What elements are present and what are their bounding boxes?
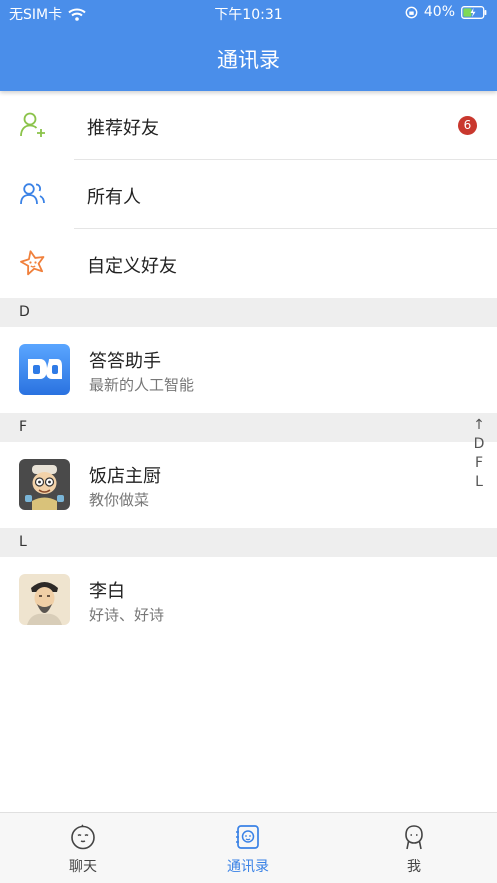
dada-logo-avatar xyxy=(19,344,70,395)
section-header-l: L xyxy=(0,528,497,557)
notification-badge: 6 xyxy=(458,116,477,135)
nav-item-label: 所有人 xyxy=(87,187,141,208)
contact-description: 教你做菜 xyxy=(89,491,150,509)
nav-item-label: 推荐好友 xyxy=(87,118,159,139)
tab-label: 我 xyxy=(407,859,421,875)
section-header-d: D xyxy=(0,298,497,327)
tab-bar: 聊天 通讯录 我 xyxy=(0,812,497,883)
contact-item[interactable]: 李白 好诗、好诗 xyxy=(0,557,497,643)
index-letter-d[interactable]: D xyxy=(472,435,486,454)
tab-label: 通讯录 xyxy=(227,859,269,875)
contact-description: 最新的人工智能 xyxy=(89,376,195,394)
star-icon xyxy=(20,250,45,276)
contact-name: 李白 xyxy=(89,581,125,602)
status-bar: 无SIM卡 下午10:31 40% xyxy=(0,0,497,24)
index-letter-l[interactable]: L xyxy=(472,473,486,492)
index-top-arrow[interactable]: ↑ xyxy=(472,416,486,435)
battery-percent: 40% xyxy=(423,4,455,20)
contact-name: 答答助手 xyxy=(89,351,161,372)
section-header-f: F xyxy=(0,413,497,442)
profile-icon xyxy=(405,825,423,850)
index-letter-f[interactable]: F xyxy=(472,454,486,473)
chef-avatar xyxy=(19,459,70,510)
tab-profile[interactable]: 我 xyxy=(354,813,474,883)
page-title: 通讯录 xyxy=(217,48,280,72)
add-user-icon xyxy=(20,112,45,137)
nav-item-recommended-friends[interactable]: 推荐好友 6 xyxy=(0,91,497,160)
contact-item[interactable]: 答答助手 最新的人工智能 xyxy=(0,327,497,413)
header: 无SIM卡 下午10:31 40% 通讯录 xyxy=(0,0,497,91)
nav-item-custom-friends[interactable]: 自定义好友 xyxy=(0,229,497,298)
contact-name: 饭店主厨 xyxy=(89,466,161,487)
contacts-icon xyxy=(236,825,259,849)
contact-description: 好诗、好诗 xyxy=(89,606,165,624)
battery-icon xyxy=(461,5,487,19)
tab-chat[interactable]: 聊天 xyxy=(23,813,143,883)
rotation-lock-icon xyxy=(405,6,418,18)
libai-avatar xyxy=(19,574,70,625)
nav-item-label: 自定义好友 xyxy=(87,256,177,277)
chat-icon xyxy=(71,824,95,850)
alphabet-index-bar[interactable]: ↑ D F L xyxy=(472,416,486,492)
tab-label: 聊天 xyxy=(69,859,97,875)
users-icon xyxy=(20,183,45,205)
nav-item-all-people[interactable]: 所有人 xyxy=(0,160,497,229)
contacts-content: 推荐好友 6 所有人 自定义好友 D 答答助手 最新的人工智能 F 饭店主厨 教… xyxy=(0,91,497,812)
tab-contacts[interactable]: 通讯录 xyxy=(188,813,308,883)
contact-item[interactable]: 饭店主厨 教你做菜 xyxy=(0,442,497,528)
